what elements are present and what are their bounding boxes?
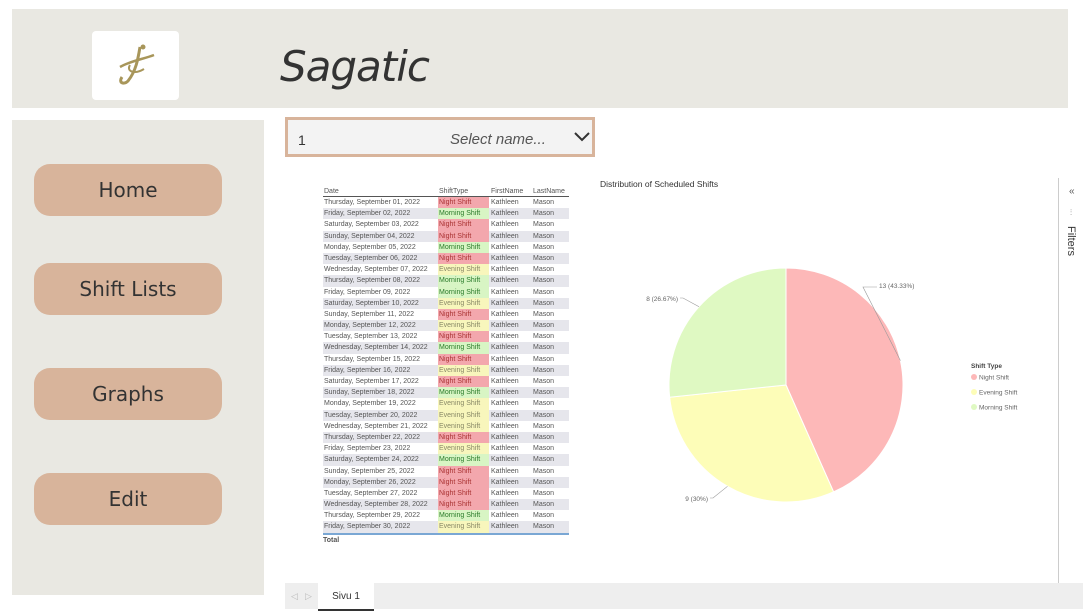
data-label: 8 (26.67%) — [646, 296, 678, 303]
data-label: 9 (30%) — [685, 496, 708, 503]
tab-sivu-1[interactable]: Sivu 1 — [318, 583, 374, 611]
name-select[interactable]: 1 Select name... — [285, 117, 595, 157]
home-button[interactable]: Home — [34, 164, 222, 216]
company-logo — [92, 31, 179, 100]
report-canvas: Date ShiftType FirstName LastName Thursd… — [285, 178, 1083, 583]
chevron-down-icon[interactable] — [573, 130, 591, 144]
legend-marker — [971, 404, 977, 410]
app-header: Sagatic — [12, 9, 1068, 108]
legend-item[interactable]: Morning Shift — [979, 405, 1017, 412]
app-title: Sagatic — [280, 42, 430, 91]
data-label: 13 (43.33%) — [879, 283, 914, 290]
next-page-icon[interactable]: ▷ — [305, 591, 312, 602]
legend-title: Shift Type — [971, 363, 1002, 370]
legend-item[interactable]: Night Shift — [979, 375, 1009, 382]
pie-slice-morning-shift[interactable] — [668, 267, 787, 398]
leader-line — [680, 297, 700, 307]
page-tabbar: ◁ ▷ Sivu 1 — [285, 583, 1083, 611]
legend-item[interactable]: Evening Shift — [979, 390, 1017, 397]
legend-marker — [971, 389, 977, 395]
select-value: 1 — [298, 132, 306, 148]
logo-icon — [118, 44, 154, 85]
graphs-button[interactable]: Graphs — [34, 368, 222, 420]
legend-marker — [971, 374, 977, 380]
edit-button[interactable]: Edit — [34, 473, 222, 525]
filter-icon: ⫶ — [1070, 208, 1072, 217]
filters-pane[interactable]: « ⫶ Filters — [1058, 178, 1083, 583]
prev-page-icon[interactable]: ◁ — [291, 591, 298, 602]
leader-line — [710, 486, 728, 499]
filters-label[interactable]: Filters — [1065, 226, 1077, 256]
pie-chart: 13 (43.33%) 9 (30%) 8 (26.67%) Shift Type Ni… — [646, 267, 1017, 503]
shift-lists-button[interactable]: Shift Lists — [34, 263, 222, 315]
select-placeholder: Select name... — [450, 131, 546, 148]
collapse-icon[interactable]: « — [1069, 186, 1075, 197]
